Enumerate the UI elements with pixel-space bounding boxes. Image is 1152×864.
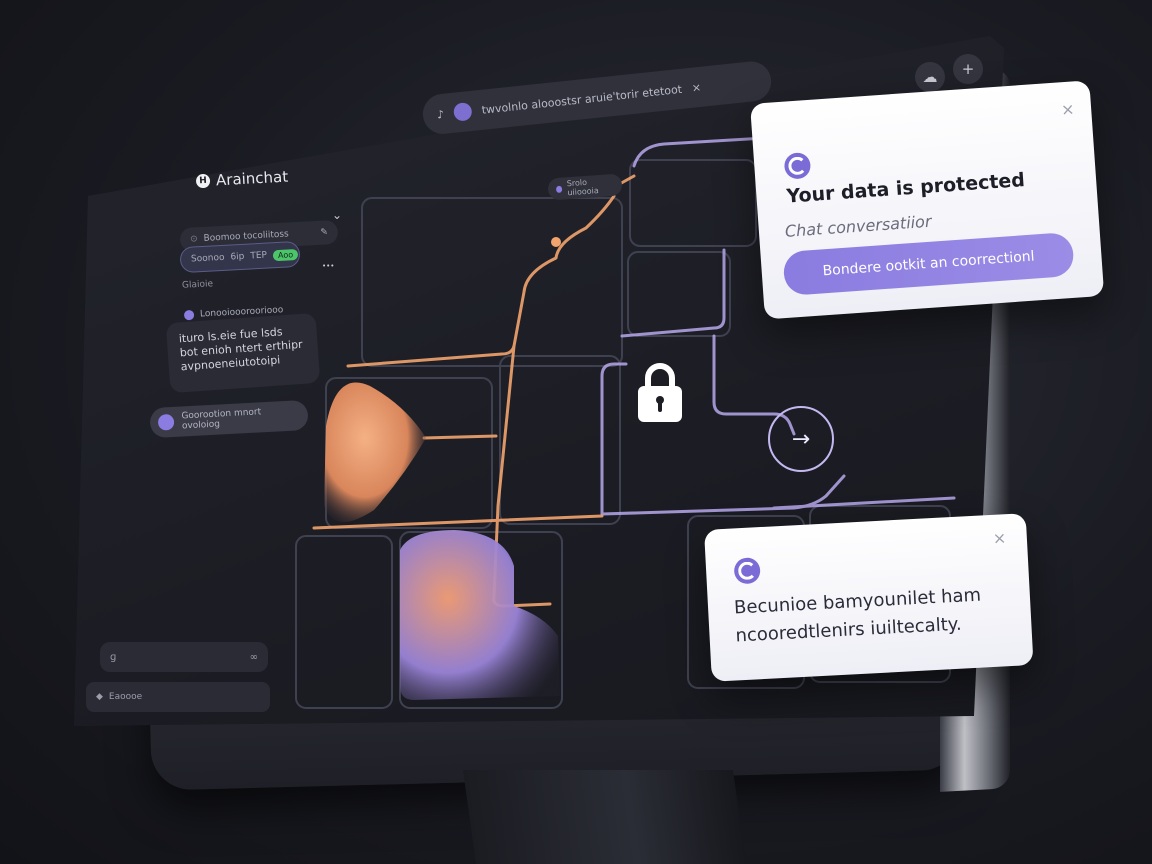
close-icon[interactable]: × <box>1061 99 1076 119</box>
footer-label: Eaoooe <box>108 692 143 702</box>
audio-icon: ♪ <box>436 107 445 122</box>
cloud-icon: ☁ <box>922 68 938 86</box>
sidebar-input[interactable]: ɡ ∞ <box>100 642 268 672</box>
mic-icon <box>157 413 175 431</box>
notification-title: Your data is protected <box>785 169 1026 208</box>
site-icon <box>452 101 473 122</box>
plus-icon: + <box>961 60 975 78</box>
sidebar-item-code: TEP <box>250 250 268 262</box>
pill-label: Goorootion mnort ovoloiog <box>181 407 262 432</box>
collapse-chevron-icon[interactable]: ⌄ <box>332 208 342 222</box>
brand-name: Arainchat <box>215 167 289 190</box>
sidebar-item-meta: 6ip <box>230 251 245 263</box>
pencil-icon[interactable]: ✎ <box>320 227 328 237</box>
address-text: twvolnlo alooostsr aruie'torir etetoot <box>481 82 683 117</box>
notification-action-button[interactable]: Bondere ootkit an coorrectionl <box>782 231 1075 296</box>
status-badge: Aoo <box>272 248 299 261</box>
badge-icon <box>733 557 761 585</box>
lock-icon <box>638 363 682 422</box>
notification-body: Becunioe bamyounilet ham ncooredtlenirs … <box>733 582 983 651</box>
more-icon[interactable]: ••• <box>322 262 334 270</box>
diamond-icon: ◆ <box>96 692 103 702</box>
message-preview[interactable]: ituro ls.eie fue lsds bot enioh ntert er… <box>165 312 321 394</box>
notification-subtitle: Chat conversatiior <box>784 211 933 241</box>
section-label: Glaioie <box>181 279 214 291</box>
input-placeholder: ɡ <box>110 651 117 663</box>
info-notification: × Becunioe bamyounilet ham ncooredtlenir… <box>704 513 1034 682</box>
tag-dot-icon <box>555 185 563 193</box>
cloud-button[interactable]: ☁ <box>915 62 945 92</box>
close-icon[interactable]: × <box>992 528 1006 548</box>
link-icon[interactable]: ∞ <box>250 652 258 663</box>
new-chat-button[interactable]: + <box>953 54 983 84</box>
monitor-stand <box>462 770 748 864</box>
user-icon <box>183 309 195 321</box>
sidebar-footer[interactable]: ◆ Eaoooe <box>86 682 270 712</box>
map-tag-label: Srolo uiioooia <box>566 177 600 198</box>
shield-icon <box>783 151 812 180</box>
arrow-right-icon: → <box>791 426 811 452</box>
dot-icon: ⊙ <box>189 234 198 245</box>
go-arrow-button[interactable]: → <box>768 406 834 472</box>
sidebar-item-label: Soonoo <box>190 252 225 265</box>
clear-icon[interactable]: × <box>691 80 702 94</box>
privacy-notification: × Your data is protected Chat conversati… <box>750 80 1105 320</box>
brand-logo-icon: H <box>195 173 211 189</box>
